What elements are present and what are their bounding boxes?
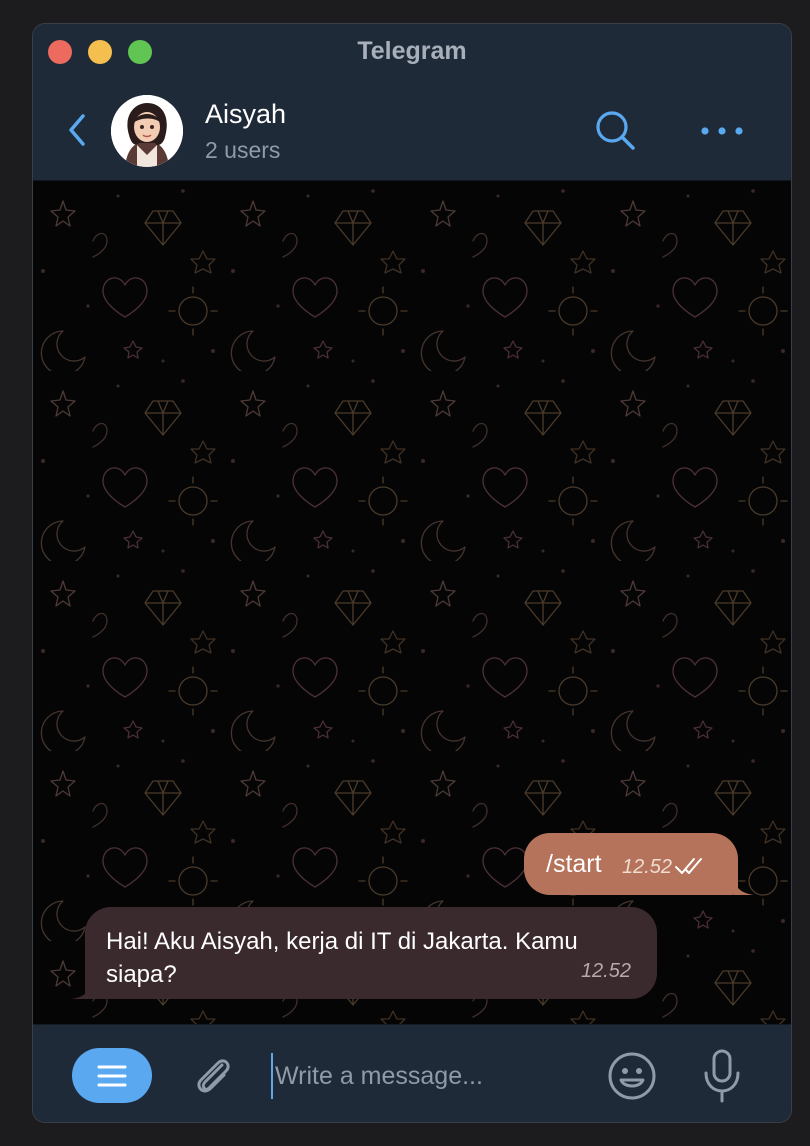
bot-menu-button[interactable] (72, 1048, 152, 1103)
chat-header: Aisyah 2 users (33, 80, 791, 181)
message-input[interactable] (271, 1053, 597, 1099)
attach-button[interactable] (188, 1049, 238, 1099)
incoming-message[interactable]: Hai! Aku Aisyah, kerja di IT di Jakarta.… (71, 907, 657, 999)
message-time: 12.52 (580, 960, 631, 982)
message-composer (33, 1024, 791, 1122)
title-bar: Telegram (33, 24, 791, 81)
chat-background-pattern (33, 181, 791, 1024)
microphone-icon (704, 1049, 740, 1103)
chat-history[interactable]: /start 12.52 Hai! Aku Aisyah, kerja di I… (33, 181, 791, 1024)
search-button[interactable] (591, 106, 641, 156)
more-options-button[interactable] (697, 116, 747, 146)
message-text: /start (546, 850, 602, 878)
chat-title[interactable]: Aisyah (205, 99, 286, 130)
message-text: Hai! Aku Aisyah, kerja di IT di Jakarta.… (106, 928, 578, 988)
emoji-button[interactable] (606, 1050, 658, 1102)
smiley-icon (608, 1052, 656, 1100)
bubble-tail (71, 979, 91, 999)
outgoing-message[interactable]: /start 12.52 (524, 833, 754, 895)
avatar-illustration (111, 95, 183, 167)
avatar[interactable] (111, 95, 183, 167)
window-title: Telegram (357, 37, 467, 65)
search-icon (596, 111, 635, 150)
back-button[interactable] (63, 110, 93, 150)
telegram-window: Telegram Aisyah 2 users /start 12.52 Hai… (33, 24, 791, 1122)
chevron-left-icon (69, 114, 85, 146)
more-horizontal-icon (701, 127, 743, 135)
voice-message-button[interactable] (700, 1047, 744, 1105)
menu-icon (97, 1065, 127, 1087)
member-count: 2 users (205, 137, 281, 163)
double-check-icon (675, 858, 702, 874)
paperclip-icon (197, 1059, 230, 1093)
message-time: 12.52 (622, 856, 673, 878)
bubble-tail (734, 875, 754, 895)
